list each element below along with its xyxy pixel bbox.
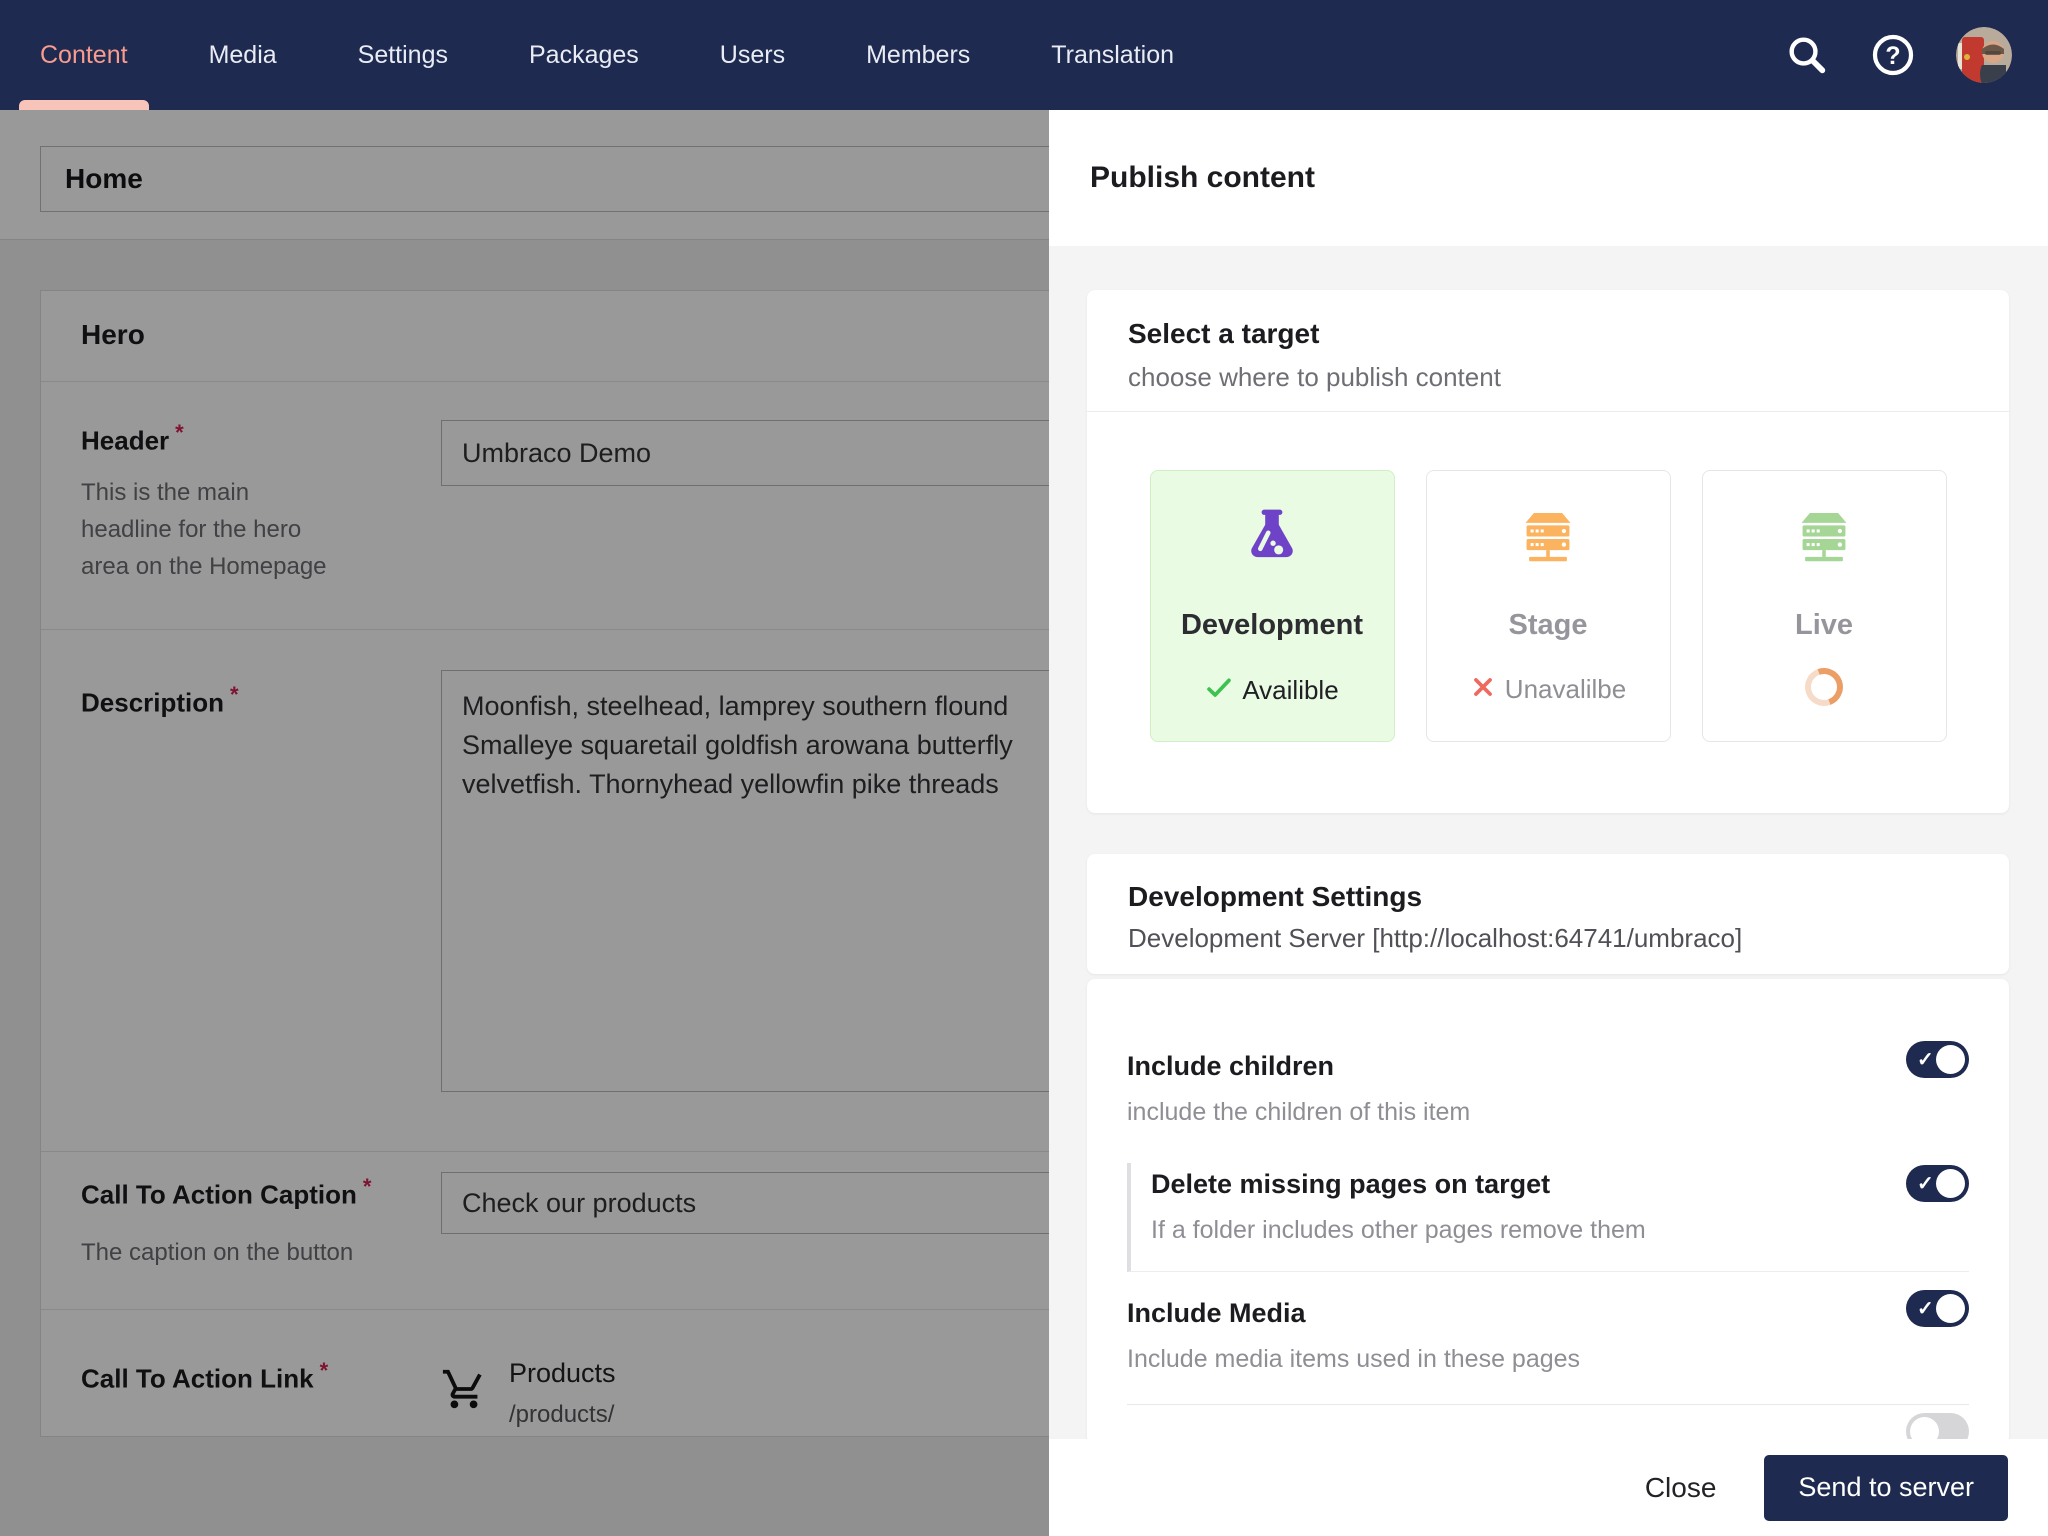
option-label: Include Media [1127,1298,1969,1329]
target-status: Unavalilbe [1470,674,1626,705]
toggle-knob [1910,1417,1939,1439]
dialog-header: Publish content [1049,110,2048,246]
loading-spinner [1799,662,1849,712]
option-label: Include children [1127,1051,1969,1082]
option-label: Delete missing pages on target [1151,1169,1969,1200]
target-name: Development [1181,609,1363,642]
search-icon[interactable] [1784,32,1830,78]
select-target-subtitle: choose where to publish content [1128,362,2009,393]
include-children-toggle[interactable]: ✓ [1906,1041,1969,1078]
target-status: Availible [1205,674,1338,707]
target-name: Live [1795,609,1853,642]
toggle-check-icon: ✓ [1917,1047,1934,1072]
send-to-server-button[interactable]: Send to server [1764,1455,2008,1521]
target-status-text: Unavalilbe [1505,674,1626,705]
nav-item-media[interactable]: Media [209,0,277,110]
include-media-toggle[interactable]: ✓ [1906,1290,1969,1327]
settings-server: Development Server [http://localhost:647… [1128,923,2009,954]
toggle-knob [1936,1169,1965,1198]
option-include-children: Include children ✓ include the children … [1127,979,1969,1127]
publish-dialog: Publish content Select a target choose w… [1049,110,2048,1536]
svg-text:?: ? [1885,42,1900,70]
server-icon-green [1793,503,1855,569]
dialog-footer: Close Send to server [1049,1439,2048,1536]
toggle-knob [1936,1294,1965,1323]
help-icon[interactable]: ? [1870,32,1916,78]
option-delete-missing-pages: Delete missing pages on target ✓ If a fo… [1127,1163,1969,1272]
nav-item-content[interactable]: Content [40,0,128,110]
option-help: If a folder includes other pages remove … [1151,1216,1969,1245]
close-button[interactable]: Close [1645,1472,1717,1504]
select-target-card: Select a target choose where to publish … [1087,290,2009,813]
toggle-check-icon: ✓ [1917,1296,1934,1321]
check-icon [1205,674,1233,707]
publish-options-card: Include children ✓ include the children … [1087,979,2009,1439]
user-avatar[interactable] [1956,27,2012,83]
dialog-body: Select a target choose where to publish … [1049,246,2048,1439]
option-help: Include media items used in these pages [1127,1345,1969,1374]
select-target-header: Select a target choose where to publish … [1087,290,2009,412]
nav-right-controls: ? [1784,27,2012,83]
toggle-knob [1936,1045,1965,1074]
target-card-live[interactable]: Live [1702,470,1947,742]
partial-toggle[interactable] [1906,1413,1969,1439]
delete-missing-toggle[interactable]: ✓ [1906,1165,1969,1202]
target-card-development[interactable]: Development Availible [1150,470,1395,742]
nav-item-translation[interactable]: Translation [1051,0,1174,110]
toggle-check-icon: ✓ [1917,1171,1934,1196]
active-tab-indicator [19,100,149,110]
server-icon-orange [1517,503,1579,569]
target-status-text: Availible [1242,675,1338,706]
option-partial-row [1127,1405,1969,1439]
option-include-media: Include Media ✓ Include media items used… [1127,1272,1969,1405]
nav-sections: Content Media Settings Packages Users Me… [40,0,1174,110]
nav-item-packages[interactable]: Packages [529,0,639,110]
development-settings-card: Development Settings Development Server … [1087,854,2009,974]
nav-item-settings[interactable]: Settings [358,0,448,110]
settings-title: Development Settings [1128,881,2009,913]
top-navbar: Content Media Settings Packages Users Me… [0,0,2048,110]
targets-row: Development Availible Stage [1087,412,2009,742]
flask-icon [1240,503,1304,569]
x-icon [1470,674,1496,705]
target-card-stage[interactable]: Stage Unavalilbe [1426,470,1671,742]
nav-item-users[interactable]: Users [720,0,785,110]
option-help: include the children of this item [1127,1098,1969,1127]
dialog-title: Publish content [1090,161,1315,195]
app-window: Home Hero Header* This is the main headl… [0,0,2048,1536]
nav-item-members[interactable]: Members [866,0,970,110]
target-name: Stage [1509,609,1588,642]
select-target-title: Select a target [1128,318,2009,350]
